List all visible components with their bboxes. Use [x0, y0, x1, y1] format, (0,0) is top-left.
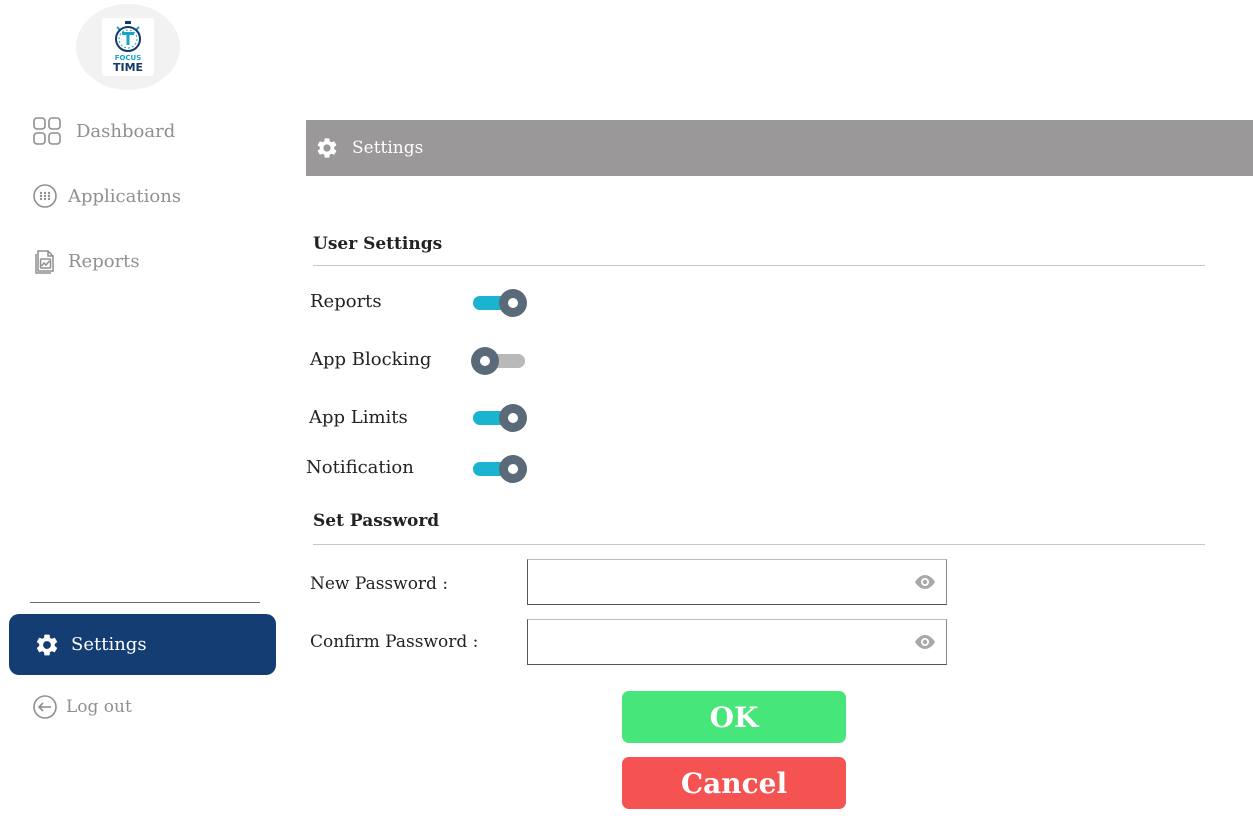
- logout-button[interactable]: Log out: [32, 694, 132, 720]
- new-password-input[interactable]: [534, 564, 894, 600]
- section-divider: [313, 265, 1205, 266]
- notification-toggle[interactable]: [471, 453, 529, 485]
- toggle-knob: [499, 404, 527, 432]
- show-password-eye-icon[interactable]: [914, 571, 936, 593]
- logo-text-time: TIME: [112, 61, 144, 74]
- toggle-label-app-limits: App Limits: [309, 407, 408, 428]
- toggle-label-reports: Reports: [310, 291, 382, 312]
- show-confirm-password-eye-icon[interactable]: [914, 631, 936, 653]
- logout-label: Log out: [66, 697, 132, 717]
- app-blocking-toggle[interactable]: [471, 345, 529, 377]
- toggle-label-app-blocking: App Blocking: [310, 349, 432, 370]
- set-password-title: Set Password: [313, 511, 440, 531]
- stopwatch-icon: [115, 21, 141, 52]
- section-divider: [313, 544, 1205, 545]
- sidebar-item-dashboard[interactable]: Dashboard: [32, 116, 175, 146]
- reports-toggle[interactable]: [471, 287, 529, 319]
- toggle-label-notification: Notification: [306, 457, 414, 478]
- sidebar-item-label: Settings: [71, 634, 147, 655]
- cancel-button[interactable]: Cancel: [622, 757, 846, 809]
- toggle-knob: [499, 289, 527, 317]
- sidebar-item-reports[interactable]: Reports: [32, 248, 140, 274]
- gear-icon: [33, 631, 61, 659]
- confirm-password-field: [527, 619, 947, 665]
- new-password-label: New Password :: [310, 574, 449, 594]
- sidebar-item-label: Dashboard: [76, 120, 176, 142]
- sidebar-divider: [30, 602, 260, 603]
- toggle-knob: [471, 347, 499, 375]
- ok-button[interactable]: OK: [622, 691, 846, 743]
- page-title: Settings: [352, 138, 424, 158]
- page-header: Settings: [306, 120, 1253, 176]
- logo-badge: FOCUS TIME: [102, 18, 154, 76]
- gear-icon: [314, 135, 340, 161]
- confirm-password-input[interactable]: [534, 624, 894, 660]
- report-file-icon: [32, 248, 58, 274]
- toggle-knob: [499, 455, 527, 483]
- apps-dots-icon: [32, 183, 58, 209]
- sidebar-item-label: Applications: [68, 185, 182, 207]
- logout-icon: [32, 694, 58, 720]
- sidebar-item-settings[interactable]: Settings: [9, 614, 276, 675]
- user-settings-title: User Settings: [313, 234, 443, 254]
- new-password-field: [527, 559, 947, 605]
- grid-icon: [32, 116, 62, 146]
- app-logo: FOCUS TIME: [76, 4, 180, 90]
- confirm-password-label: Confirm Password :: [310, 632, 479, 652]
- app-limits-toggle[interactable]: [471, 402, 529, 434]
- sidebar-item-applications[interactable]: Applications: [32, 183, 181, 209]
- sidebar-item-label: Reports: [68, 250, 140, 272]
